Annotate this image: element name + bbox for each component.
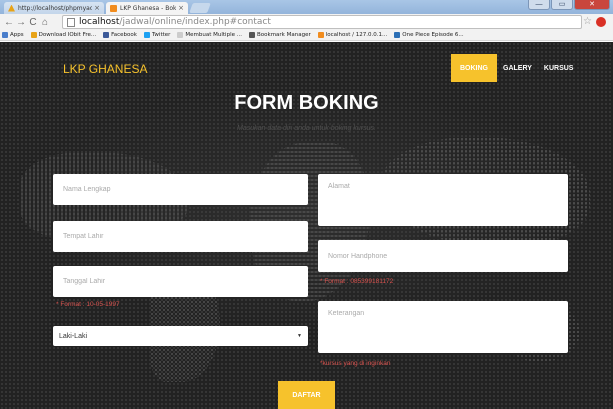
window-close-button[interactable]: ✕ xyxy=(574,0,610,10)
tanggal-format-hint: * Format : 10-05-1997 xyxy=(56,301,120,308)
warning-icon xyxy=(8,4,15,12)
bookmark-label: Bookmark Manager xyxy=(257,32,311,38)
new-tab-button[interactable] xyxy=(189,3,211,13)
address-bar[interactable]: localhost /jadwal/online/index.php#conta… xyxy=(62,15,582,29)
tanggal-lahir-input[interactable] xyxy=(53,266,308,297)
page-icon xyxy=(177,32,184,38)
apps-grid-icon xyxy=(2,32,8,38)
bookmark-favicon-icon xyxy=(30,32,37,38)
page-favicon-icon xyxy=(110,4,117,12)
twitter-icon xyxy=(143,32,150,38)
tab-title: http://localhost/phpmyad xyxy=(18,4,93,12)
bookmark-manager[interactable]: Bookmark Manager xyxy=(249,32,311,38)
caret-down-icon: ▼ xyxy=(297,333,302,339)
nama-lengkap-input[interactable] xyxy=(53,174,308,205)
browser-tabstrip: http://localhost/phpmyad × LKP Ghanesa -… xyxy=(0,0,613,14)
bookmarks-bar: Apps Download IObit Fre... Facebook Twit… xyxy=(0,30,613,41)
menu-item-kursus[interactable]: KURSUS xyxy=(538,54,580,82)
bookmark-label: Membuat Multiple ... xyxy=(185,32,242,38)
bookmark-label: localhost / 127.0.0.1... xyxy=(325,32,388,38)
back-icon[interactable]: ← xyxy=(3,17,15,28)
keterangan-hint: *kursus yang di inginkan xyxy=(320,360,391,367)
minimize-button[interactable]: — xyxy=(528,0,550,10)
reload-icon[interactable]: C xyxy=(27,17,39,28)
browser-tab-boking[interactable]: LKP Ghanesa - Boking Or × xyxy=(106,2,188,14)
home-icon[interactable]: ⌂ xyxy=(39,17,51,28)
bookmark-label: Twitter xyxy=(151,32,171,38)
extension-icon[interactable] xyxy=(596,17,606,27)
tempat-lahir-input[interactable] xyxy=(53,221,308,252)
bookmark-twitter[interactable]: Twitter xyxy=(143,32,171,38)
nomor-handphone-input[interactable] xyxy=(318,240,568,272)
star-icon xyxy=(249,32,255,38)
bookmark-one-piece[interactable]: One Piece Episode 6... xyxy=(394,32,464,38)
close-icon[interactable]: × xyxy=(178,4,184,12)
daftar-button[interactable]: DAFTAR xyxy=(278,381,335,409)
bookmark-iobit[interactable]: Download IObit Fre... xyxy=(30,32,97,38)
site-brand[interactable]: LKP GHANESA xyxy=(63,62,147,76)
bookmark-apps[interactable]: Apps xyxy=(2,32,24,38)
bookmark-star-icon[interactable]: ☆ xyxy=(583,16,592,27)
page-content: LKP GHANESA BOKING GALERY KURSUS FORM BO… xyxy=(0,42,613,409)
bookmark-favicon-icon xyxy=(317,32,324,38)
bookmark-label: Apps xyxy=(10,32,24,38)
browser-toolbar: ← → C ⌂ localhost /jadwal/online/index.p… xyxy=(0,14,613,30)
tab-title: LKP Ghanesa - Boking Or xyxy=(120,4,177,12)
url-host: localhost xyxy=(79,17,120,27)
keterangan-textarea[interactable] xyxy=(318,301,568,353)
facebook-icon xyxy=(103,32,110,38)
select-value: Laki-Laki xyxy=(59,332,88,340)
browser-tab-phpmyadmin[interactable]: http://localhost/phpmyad × xyxy=(4,2,104,14)
menu-item-galery[interactable]: GALERY xyxy=(497,54,538,82)
bookmark-facebook[interactable]: Facebook xyxy=(103,32,137,38)
page-subtitle: Masukan data diri anda untuk boking kurs… xyxy=(237,125,376,132)
bookmark-label: Facebook xyxy=(111,32,137,38)
url-path: /jadwal/online/index.php#contact xyxy=(119,17,271,27)
jenis-kelamin-select[interactable]: Laki-Laki ▼ xyxy=(53,326,308,346)
bookmark-localhost[interactable]: localhost / 127.0.0.1... xyxy=(317,32,388,38)
page-icon xyxy=(67,17,75,27)
main-menu: BOKING GALERY KURSUS xyxy=(451,54,579,82)
page-title: FORM BOKING xyxy=(234,92,379,114)
alamat-textarea[interactable] xyxy=(318,174,568,226)
maximize-button[interactable]: ▭ xyxy=(551,0,573,10)
forward-icon[interactable]: → xyxy=(15,17,27,28)
bookmark-membuat-multiple[interactable]: Membuat Multiple ... xyxy=(177,32,242,38)
close-icon[interactable]: × xyxy=(94,4,100,12)
menu-item-boking[interactable]: BOKING xyxy=(451,54,497,82)
bookmark-favicon-icon xyxy=(394,32,401,38)
handphone-format-hint: * Format : 085399181172 xyxy=(320,278,394,285)
bookmark-label: Download IObit Fre... xyxy=(38,32,97,38)
bookmark-label: One Piece Episode 6... xyxy=(402,32,464,38)
